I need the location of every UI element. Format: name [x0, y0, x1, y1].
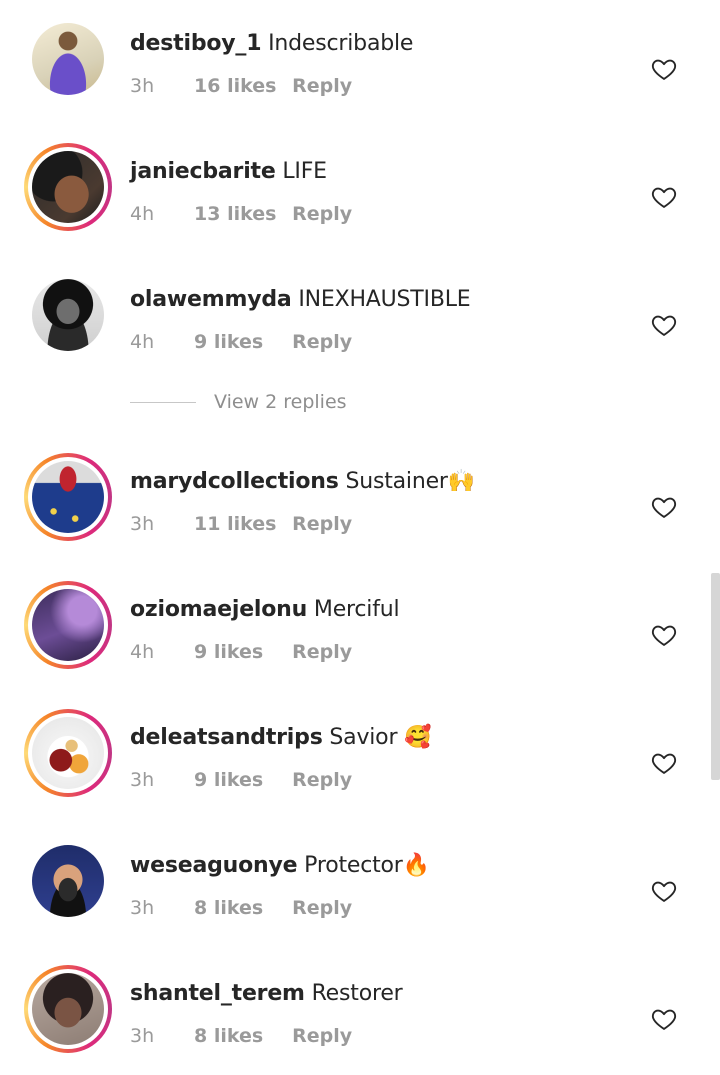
comment-meta: 3h 16 likes Reply — [130, 75, 352, 97]
comment-likes[interactable]: 8 likes — [194, 897, 286, 919]
comment-item: destiboy_1 Indescribable 3h 16 likes Rep… — [0, 15, 720, 125]
heart-outline-icon[interactable] — [650, 55, 678, 83]
avatar-image — [32, 23, 104, 95]
comment-text: LIFE — [282, 159, 327, 184]
comment-text: Sustainer🙌 — [345, 469, 475, 494]
heart-outline-icon[interactable] — [650, 311, 678, 339]
avatar[interactable] — [24, 965, 112, 1053]
comment-item: oziomaejelonu Merciful 4h 9 likes Reply — [0, 581, 720, 691]
avatar-image — [32, 151, 104, 223]
view-replies-label: View 2 replies — [214, 391, 347, 413]
scrollbar-thumb[interactable] — [711, 573, 720, 780]
comment-username[interactable]: oziomaejelonu — [130, 597, 307, 622]
comment-time: 3h — [130, 75, 155, 97]
comment-text-line: marydcollections Sustainer🙌 — [130, 469, 475, 494]
avatar-image — [32, 973, 104, 1045]
comment-username[interactable]: deleatsandtrips — [130, 725, 323, 750]
comment-time: 4h — [130, 203, 155, 225]
comment-item: olawemmyda INEXHAUSTIBLE 4h 9 likes Repl… — [0, 271, 720, 381]
comment-likes[interactable]: 13 likes — [194, 203, 286, 225]
comment-text-line: olawemmyda INEXHAUSTIBLE — [130, 287, 471, 312]
comment-meta: 3h 11 likes Reply — [130, 513, 352, 535]
comment-meta: 4h 13 likes Reply — [130, 203, 352, 225]
avatar-image — [32, 845, 104, 917]
comment-username[interactable]: weseaguonye — [130, 853, 298, 878]
comment-text-line: weseaguonye Protector🔥 — [130, 853, 430, 878]
comment-meta: 3h 9 likes Reply — [130, 769, 352, 791]
avatar[interactable] — [24, 837, 112, 925]
comment-text: Merciful — [313, 597, 400, 622]
comment-text: Savior 🥰 — [329, 725, 432, 750]
avatar[interactable] — [24, 15, 112, 103]
comment-time: 4h — [130, 331, 155, 353]
comment-text: Indescribable — [268, 31, 414, 56]
comment-likes[interactable]: 8 likes — [194, 1025, 286, 1047]
heart-outline-icon[interactable] — [650, 1005, 678, 1033]
comment-username[interactable]: marydcollections — [130, 469, 339, 494]
reply-button[interactable]: Reply — [292, 1025, 352, 1047]
comment-likes[interactable]: 16 likes — [194, 75, 286, 97]
heart-outline-icon[interactable] — [650, 621, 678, 649]
comment-item: shantel_terem Restorer 3h 8 likes Reply — [0, 965, 720, 1075]
comment-likes[interactable]: 9 likes — [194, 641, 286, 663]
comment-username[interactable]: shantel_terem — [130, 981, 305, 1006]
comment-item: weseaguonye Protector🔥 3h 8 likes Reply — [0, 837, 720, 947]
comment-item: marydcollections Sustainer🙌 3h 11 likes … — [0, 453, 720, 563]
comment-text-line: destiboy_1 Indescribable — [130, 31, 413, 56]
comment-text: Restorer — [311, 981, 403, 1006]
comment-likes[interactable]: 9 likes — [194, 769, 286, 791]
comment-likes[interactable]: 9 likes — [194, 331, 286, 353]
reply-button[interactable]: Reply — [292, 897, 352, 919]
comment-username[interactable]: janiecbarite — [130, 159, 276, 184]
reply-button[interactable]: Reply — [292, 331, 352, 353]
heart-outline-icon[interactable] — [650, 493, 678, 521]
comment-text: INEXHAUSTIBLE — [298, 287, 471, 312]
comment-item: janiecbarite LIFE 4h 13 likes Reply — [0, 143, 720, 253]
comment-meta: 4h 9 likes Reply — [130, 331, 352, 353]
comment-text-line: janiecbarite LIFE — [130, 159, 327, 184]
comment-username[interactable]: destiboy_1 — [130, 31, 262, 56]
comment-time: 3h — [130, 1025, 155, 1047]
comment-text: Protector🔥 — [304, 853, 430, 878]
comment-time: 3h — [130, 897, 155, 919]
comment-meta: 4h 9 likes Reply — [130, 641, 352, 663]
comment-time: 3h — [130, 769, 155, 791]
avatar-image — [32, 717, 104, 789]
comment-likes[interactable]: 11 likes — [194, 513, 286, 535]
avatar[interactable] — [24, 271, 112, 359]
reply-button[interactable]: Reply — [292, 513, 352, 535]
reply-button[interactable]: Reply — [292, 203, 352, 225]
reply-button[interactable]: Reply — [292, 769, 352, 791]
avatar-image — [32, 589, 104, 661]
replies-divider — [130, 401, 196, 403]
reply-button[interactable]: Reply — [292, 75, 352, 97]
avatar[interactable] — [24, 581, 112, 669]
heart-outline-icon[interactable] — [650, 877, 678, 905]
avatar-image — [32, 279, 104, 351]
comment-item: deleatsandtrips Savior 🥰 3h 9 likes Repl… — [0, 709, 720, 819]
comment-time: 3h — [130, 513, 155, 535]
view-replies-button[interactable]: View 2 replies — [130, 388, 347, 416]
reply-button[interactable]: Reply — [292, 641, 352, 663]
heart-outline-icon[interactable] — [650, 183, 678, 211]
comment-text-line: oziomaejelonu Merciful — [130, 597, 400, 622]
comment-text-line: shantel_terem Restorer — [130, 981, 403, 1006]
comment-text-line: deleatsandtrips Savior 🥰 — [130, 725, 431, 750]
avatar[interactable] — [24, 709, 112, 797]
comment-meta: 3h 8 likes Reply — [130, 1025, 352, 1047]
avatar[interactable] — [24, 453, 112, 541]
heart-outline-icon[interactable] — [650, 749, 678, 777]
comment-username[interactable]: olawemmyda — [130, 287, 292, 312]
comment-meta: 3h 8 likes Reply — [130, 897, 352, 919]
comment-time: 4h — [130, 641, 155, 663]
avatar-image — [32, 461, 104, 533]
avatar[interactable] — [24, 143, 112, 231]
